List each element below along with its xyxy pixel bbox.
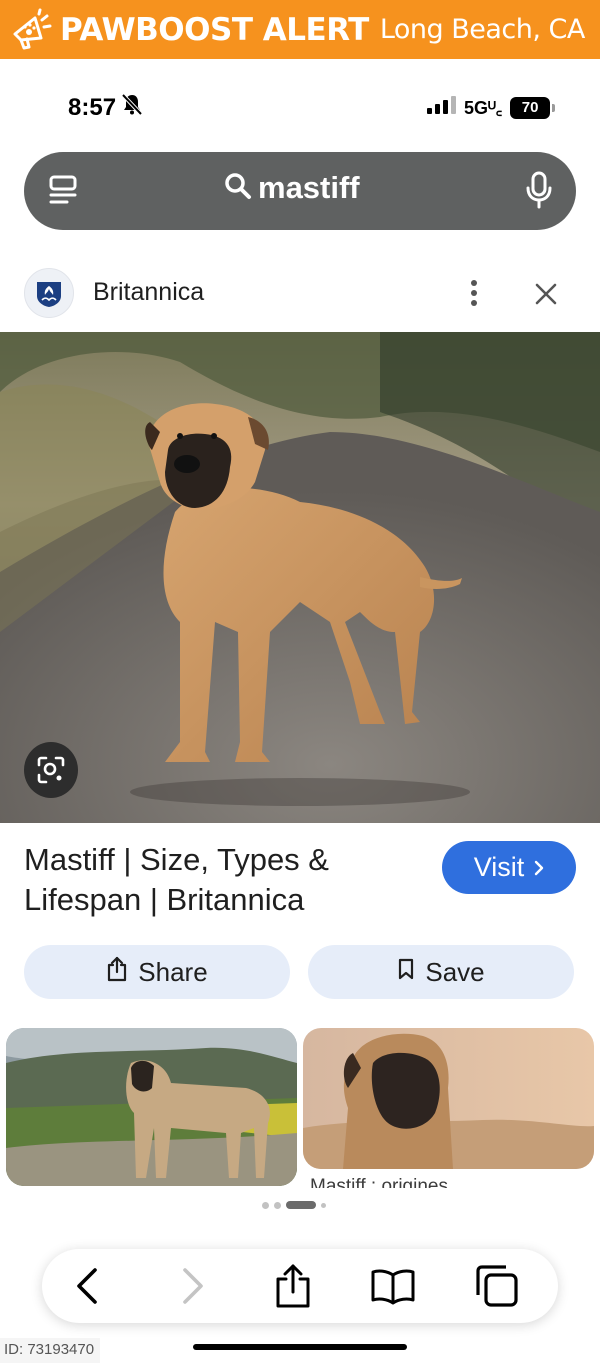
share-icon	[106, 956, 128, 989]
search-bar[interactable]: mastiff	[24, 152, 576, 230]
pawboost-banner: PAWBOOST ALERT Long Beach, CA	[0, 0, 600, 59]
browser-toolbar	[42, 1249, 558, 1323]
banner-title: PAWBOOST ALERT	[60, 11, 369, 48]
share-icon[interactable]	[270, 1263, 316, 1309]
page-dot	[321, 1202, 326, 1208]
back-icon[interactable]	[64, 1263, 110, 1309]
network-type: 5Gᵁ꜀	[464, 97, 503, 118]
share-button[interactable]: Share	[24, 945, 290, 999]
save-label: Save	[425, 956, 485, 987]
search-icon	[224, 172, 252, 205]
result-title[interactable]: Mastiff | Size, Types & Lifespan | Brita…	[24, 840, 434, 920]
more-vert-icon[interactable]	[462, 278, 486, 308]
tabs-overview-icon[interactable]	[474, 1263, 520, 1309]
battery-icon: 70	[510, 96, 556, 119]
carousel-page-indicator	[262, 1201, 326, 1209]
share-label: Share	[138, 956, 208, 987]
page-dot	[274, 1201, 281, 1209]
signal-bars-icon	[426, 95, 456, 120]
bell-slash-icon	[120, 92, 144, 123]
lens-search-icon[interactable]	[24, 742, 78, 798]
image-id-label: ID: 73193470	[0, 1338, 101, 1363]
tabs-icon[interactable]	[46, 173, 82, 214]
status-indicators: 5Gᵁ꜀ 70	[426, 95, 556, 120]
home-indicator[interactable]	[193, 1344, 407, 1350]
status-time: 8:57	[68, 92, 144, 123]
visit-button[interactable]: Visit	[442, 841, 576, 894]
related-image-1[interactable]	[6, 1028, 297, 1186]
source-name[interactable]: Britannica	[93, 278, 204, 307]
page-dot	[262, 1201, 269, 1209]
britannica-logo[interactable]	[24, 268, 74, 318]
main-image-mastiff[interactable]	[0, 332, 600, 823]
megaphone-icon	[8, 7, 54, 53]
battery-level: 70	[521, 99, 539, 116]
mic-icon[interactable]	[524, 170, 554, 215]
page-dot-active	[286, 1201, 316, 1209]
clock-time: 8:57	[68, 93, 117, 121]
close-icon[interactable]	[530, 278, 562, 310]
visit-label: Visit	[473, 852, 525, 882]
related-image-2[interactable]	[303, 1028, 594, 1169]
bookmarks-icon[interactable]	[370, 1263, 416, 1309]
chevron-right-icon	[534, 852, 544, 883]
forward-icon[interactable]	[170, 1263, 216, 1309]
search-query[interactable]: mastiff	[258, 170, 360, 206]
save-button[interactable]: Save	[308, 945, 574, 999]
banner-location: Long Beach, CA	[379, 14, 586, 45]
bookmark-icon	[397, 957, 415, 988]
related-image-2-caption[interactable]: Mastiff : origines	[310, 1174, 590, 1188]
